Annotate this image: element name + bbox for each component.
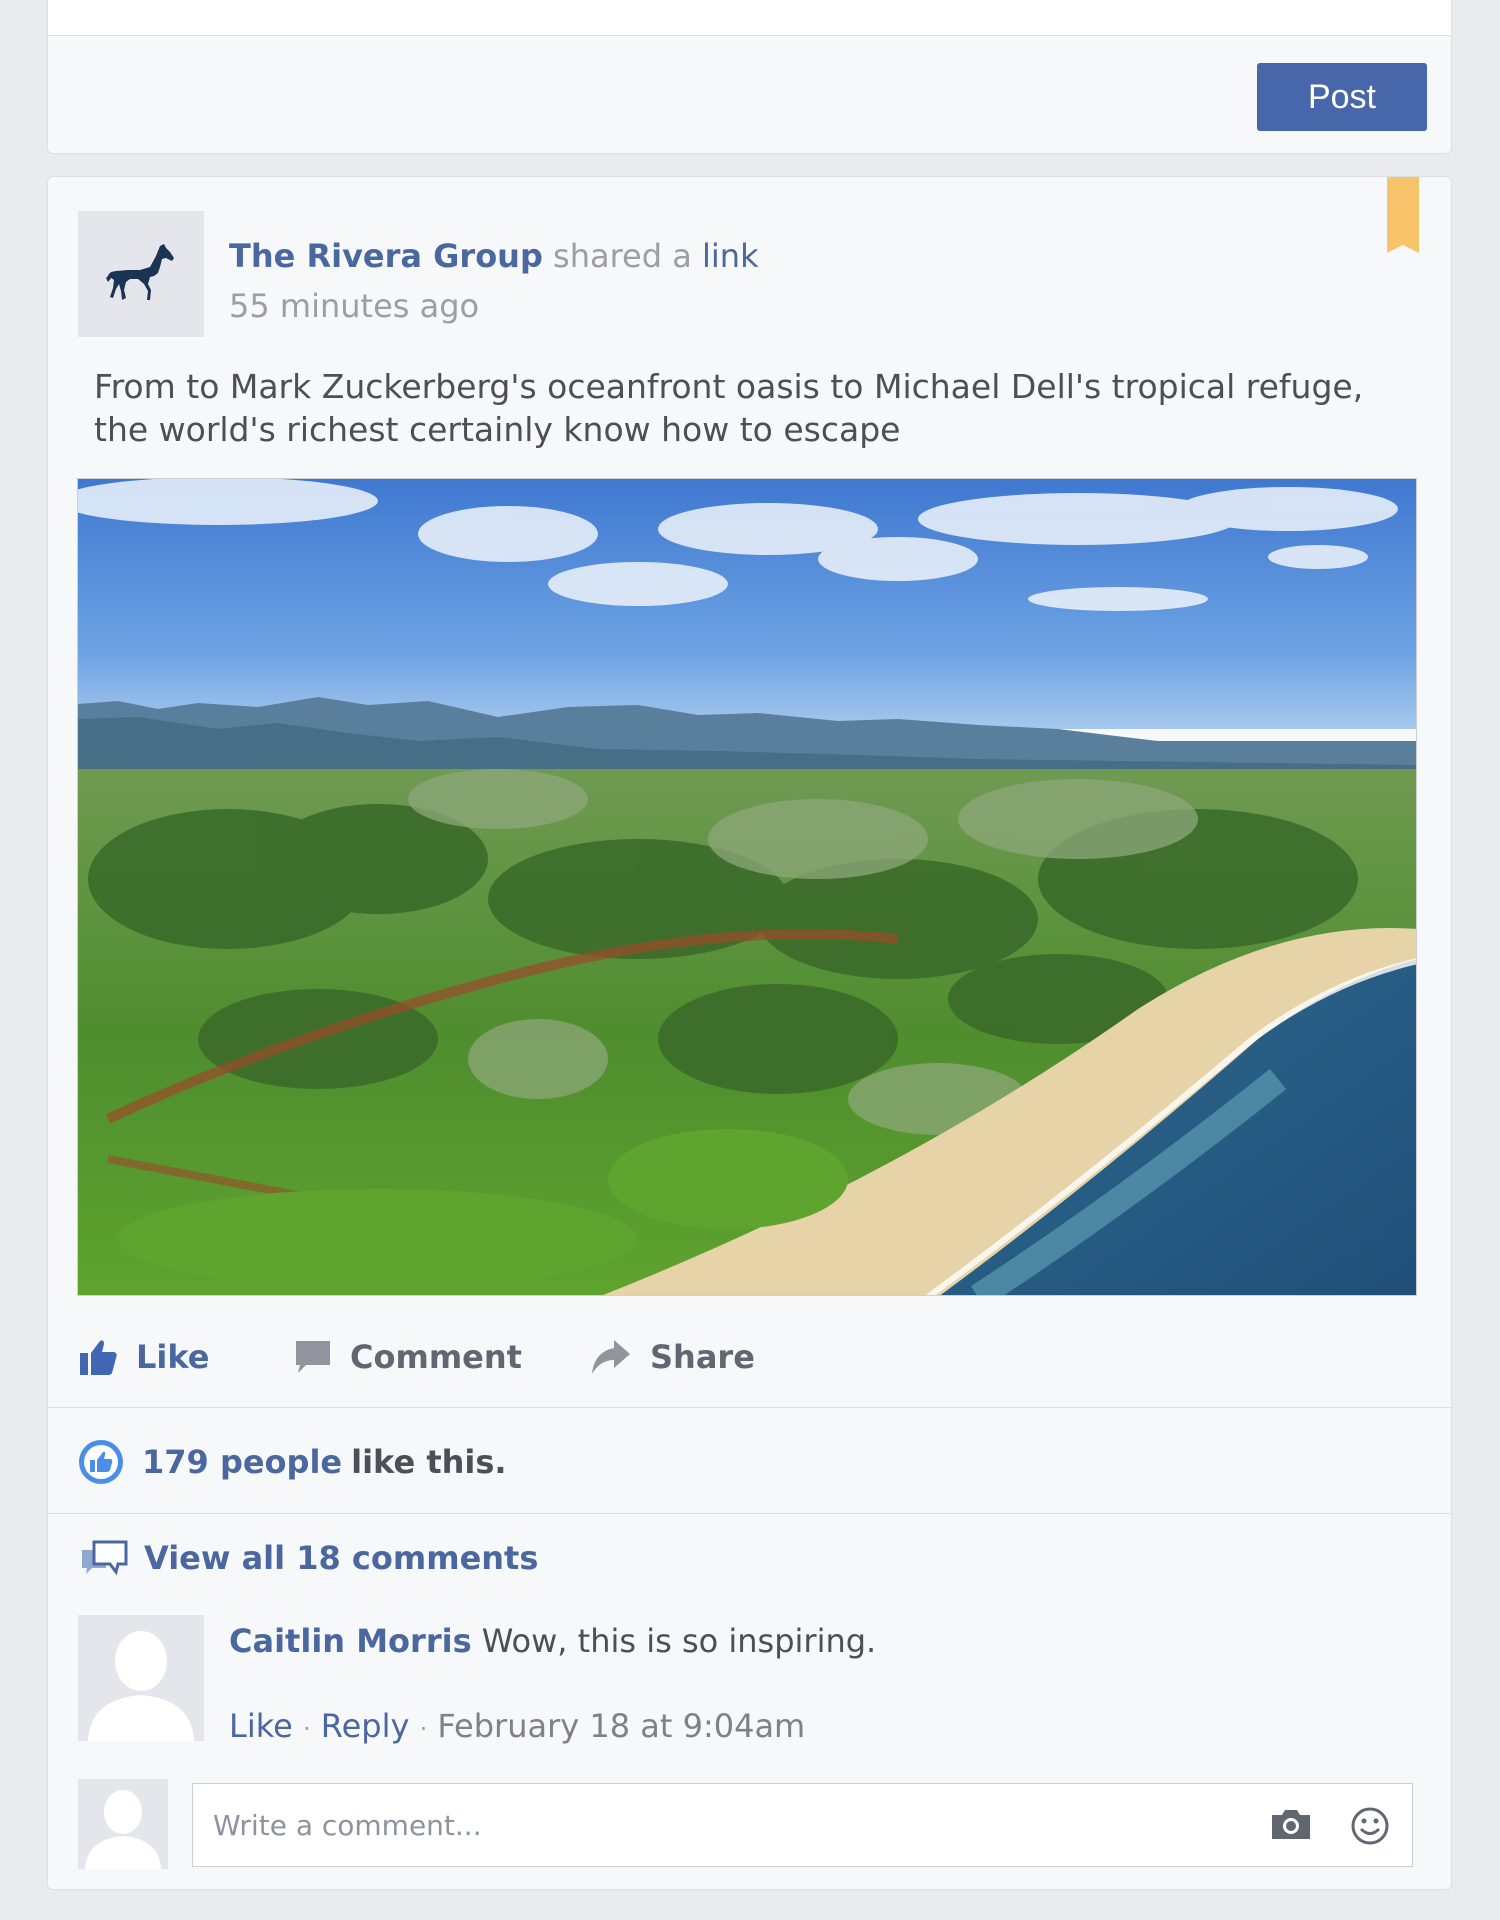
horse-icon (106, 244, 174, 300)
shared-text: shared a (553, 237, 692, 275)
separator-dot: · (419, 1715, 428, 1743)
beach-landscape-image (78, 479, 1416, 1295)
view-all-label: View all 18 comments (144, 1539, 539, 1577)
post-actions: Like Comment Share (78, 1327, 755, 1387)
likes-text: like this. (351, 1443, 507, 1481)
smiley-icon[interactable] (1350, 1806, 1390, 1846)
comment-label: Comment (350, 1338, 522, 1376)
commenter-name-link[interactable]: Caitlin Morris (229, 1622, 472, 1660)
like-circle-icon (79, 1440, 123, 1484)
post-timestamp[interactable]: 55 minutes ago (229, 287, 479, 325)
composer-input-area[interactable] (48, 0, 1451, 36)
comment-like-link[interactable]: Like (229, 1707, 293, 1745)
default-user-icon (88, 1631, 194, 1741)
comment-input[interactable] (192, 1783, 1413, 1867)
likes-summary: 179 people like this. (78, 1437, 507, 1487)
post-header: The Rivera Group shared a link (229, 237, 759, 275)
comment-date[interactable]: February 18 at 9:04am (437, 1707, 805, 1745)
post-text: From to Mark Zuckerberg's oceanfront oas… (94, 367, 1364, 449)
comment-meta: Like · Reply · February 18 at 9:04am (229, 1707, 805, 1745)
likes-count-link[interactable]: 179 people (142, 1443, 342, 1481)
post-button[interactable]: Post (1257, 63, 1427, 131)
author-name-link[interactable]: The Rivera Group (229, 237, 543, 275)
share-label: Share (650, 1338, 755, 1376)
comment-reply-link[interactable]: Reply (321, 1707, 410, 1745)
separator-dot: · (302, 1715, 311, 1743)
default-user-icon (85, 1790, 161, 1869)
page-avatar[interactable] (78, 211, 204, 337)
post-card: The Rivera Group shared a link 55 minute… (47, 176, 1452, 1890)
shared-link[interactable]: link (702, 237, 759, 275)
divider (48, 1513, 1451, 1514)
comment-button[interactable]: Comment (294, 1338, 590, 1376)
thumbs-up-icon (80, 1340, 117, 1375)
bookmark-ribbon-icon[interactable] (1387, 177, 1419, 253)
comment-avatar[interactable] (78, 1615, 204, 1741)
view-all-comments-link[interactable]: View all 18 comments (80, 1533, 538, 1583)
share-button[interactable]: Share (590, 1338, 755, 1376)
composer-card: Post (47, 0, 1452, 154)
comment-item: Caitlin Morris Wow, this is so inspiring… (229, 1622, 876, 1660)
camera-icon[interactable] (1270, 1807, 1312, 1841)
comments-icon (82, 1540, 128, 1576)
divider (48, 1407, 1451, 1408)
speech-bubble-icon (296, 1341, 330, 1373)
current-user-avatar (78, 1779, 168, 1869)
like-button[interactable]: Like (78, 1337, 294, 1377)
post-image[interactable] (77, 478, 1417, 1296)
share-arrow-icon (592, 1340, 630, 1374)
comment-text: Wow, this is so inspiring. (481, 1622, 877, 1660)
like-label: Like (136, 1338, 210, 1376)
